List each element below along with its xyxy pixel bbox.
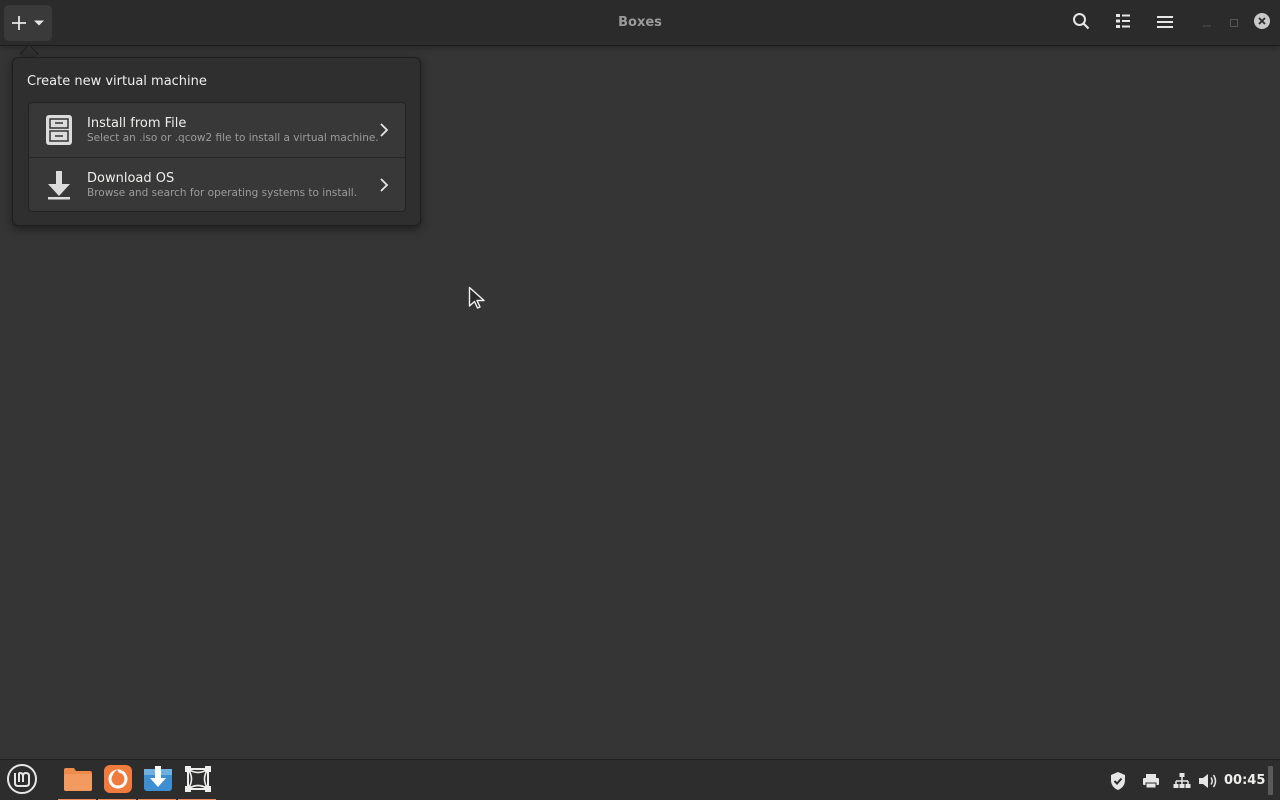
option-title: Download OS (87, 171, 175, 186)
popover-heading: Create new virtual machine (27, 74, 207, 89)
boxes-icon (183, 764, 213, 798)
shield-icon[interactable] (1107, 770, 1129, 792)
hamburger-menu-icon (1157, 14, 1173, 33)
taskbar: 00:45 (0, 759, 1280, 800)
taskbar-app-files[interactable] (58, 760, 98, 800)
search-icon (1072, 12, 1090, 34)
new-vm-popover: Create new virtual machine Install from … (12, 57, 421, 226)
minimize-button[interactable] (1196, 12, 1218, 34)
mint-logo-icon (6, 763, 38, 799)
folder-icon (63, 766, 93, 796)
option-list: Install from File Select an .iso or .qco… (28, 102, 406, 212)
taskbar-app-boxes[interactable] (178, 760, 218, 800)
header-bar: Boxes (0, 0, 1280, 46)
main-menu-button[interactable] (1151, 9, 1179, 37)
search-button[interactable] (1067, 9, 1095, 37)
taskbar-app-firefox[interactable] (98, 760, 138, 800)
volume-icon[interactable] (1197, 770, 1219, 792)
file-cabinet-icon (44, 114, 74, 146)
option-subtitle: Select an .iso or .qcow2 file to install… (87, 132, 379, 144)
chevron-right-icon (377, 122, 391, 138)
download-os-option[interactable]: Download OS Browse and search for operat… (29, 157, 405, 211)
close-button[interactable] (1251, 12, 1273, 34)
mint-menu-button[interactable] (2, 760, 42, 800)
taskbar-app-update-manager[interactable] (138, 760, 178, 800)
chevron-down-icon (33, 19, 45, 27)
minimize-icon (1201, 14, 1213, 33)
firefox-icon (103, 764, 133, 798)
maximize-icon (1228, 14, 1240, 33)
option-title: Install from File (87, 116, 187, 131)
new-vm-button[interactable] (4, 5, 52, 41)
download-arrow-icon (44, 169, 74, 201)
plus-icon (11, 15, 27, 31)
install-from-file-option[interactable]: Install from File Select an .iso or .qco… (29, 103, 405, 157)
show-desktop-button[interactable] (1268, 766, 1273, 795)
printer-icon[interactable] (1140, 770, 1162, 792)
option-subtitle: Browse and search for operating systems … (87, 187, 358, 199)
close-icon (1253, 12, 1271, 34)
list-view-icon (1115, 13, 1131, 33)
network-icon[interactable] (1171, 770, 1193, 792)
mouse-pointer-icon (468, 286, 488, 314)
clock[interactable]: 00:45 (1224, 760, 1265, 800)
view-toggle-button[interactable] (1109, 9, 1137, 37)
update-manager-icon (142, 764, 174, 798)
maximize-button[interactable] (1223, 12, 1245, 34)
chevron-right-icon (377, 177, 391, 193)
